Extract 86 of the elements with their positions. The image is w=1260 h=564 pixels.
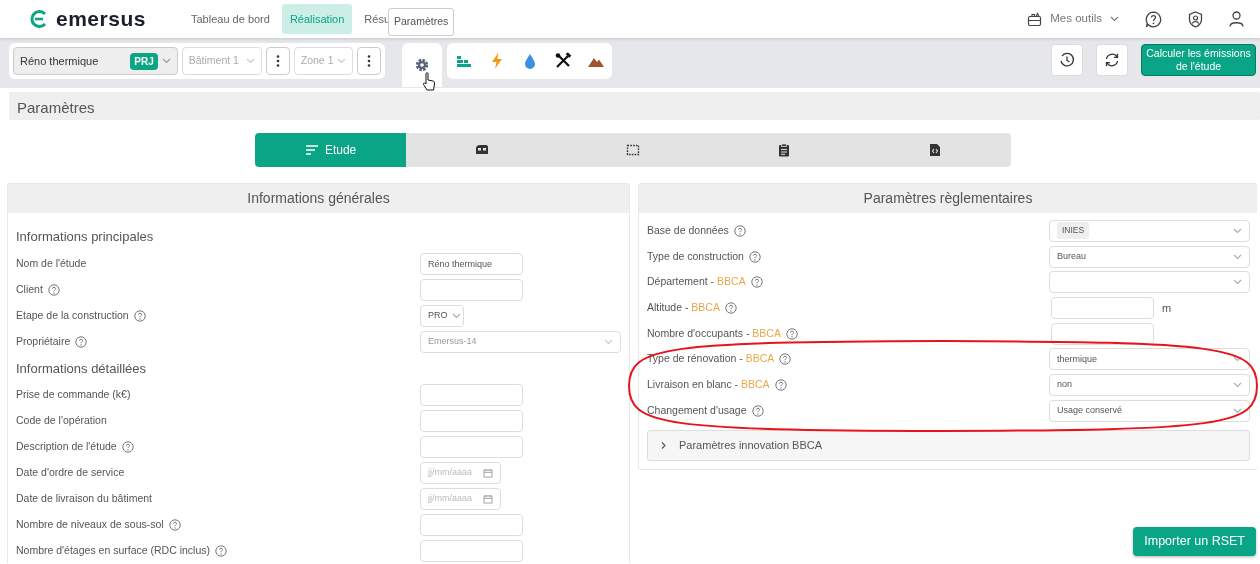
history-button[interactable] [1051, 44, 1083, 76]
accordion-header[interactable]: Paramètres innovation BBCA [647, 429, 1250, 461]
caret-icon [1233, 381, 1242, 388]
select-field[interactable]: Bureau [1049, 245, 1250, 268]
caret-icon [1233, 279, 1242, 286]
section-title: Informations détaillées [16, 359, 148, 378]
caret-icon [337, 58, 347, 64]
refresh-button[interactable] [1096, 44, 1128, 76]
code-file-icon [928, 143, 943, 157]
text-field[interactable] [1051, 296, 1154, 319]
caret-icon [161, 58, 171, 64]
text-field[interactable] [420, 540, 523, 562]
field-label: Prise de commande (k€) [16, 387, 131, 403]
user-icon[interactable] [1229, 11, 1244, 27]
field-label: Altitude - BBCA [647, 300, 720, 316]
page-title: Paramètres [9, 92, 1260, 120]
text-field[interactable] [1051, 322, 1154, 345]
more-button[interactable] [357, 47, 381, 75]
tools-icon [553, 52, 572, 70]
logo-icon [30, 10, 48, 28]
field-label: Base de données [647, 222, 729, 238]
field-label: Type de rénovation - BBCA [647, 351, 775, 367]
text-field[interactable] [420, 514, 523, 536]
field-label: Changement d'usage [647, 402, 747, 418]
card-title: Paramètres règlementaires [639, 184, 1257, 213]
field-label: Nombre d'étages en surface (RDC inclus) [16, 543, 210, 559]
section-tab[interactable] [859, 133, 1011, 167]
field-label: Date de livraison du bâtiment [16, 491, 152, 507]
unit-label: m [1162, 300, 1172, 316]
refresh-icon [1104, 52, 1120, 68]
select-field[interactable]: thermique [1049, 348, 1250, 371]
field-label: Nombre d'occupants - BBCA [647, 325, 781, 341]
select-field[interactable]: PRO [420, 304, 464, 327]
project-badge: PRJ [130, 52, 158, 70]
field-label: Date d'ordre de service [16, 465, 125, 481]
logo-text: emersus [56, 6, 146, 33]
caret-icon [1233, 227, 1242, 234]
chevron-right-icon [660, 440, 667, 450]
lines-icon [304, 143, 319, 157]
caret-icon [1233, 356, 1242, 363]
project-select[interactable]: Réno thermique PRJ [13, 47, 178, 75]
select-field[interactable]: Usage conservé [1049, 399, 1250, 422]
caret-icon [604, 338, 613, 345]
text-field[interactable]: Réno thermique [420, 252, 523, 275]
toolbox-icon [1027, 11, 1043, 27]
field-label: Livraison en blanc - BBCA [647, 377, 770, 393]
select-field[interactable]: INIES [1049, 219, 1250, 242]
card-title: Informations générales [8, 184, 629, 213]
caret-icon [1110, 16, 1119, 22]
field-label: Client [16, 281, 43, 297]
help-icon[interactable] [1145, 10, 1162, 28]
caret-icon [1233, 253, 1242, 260]
tooltip: Paramètres [388, 8, 455, 36]
settings-icon [413, 56, 431, 74]
calendar-icon [483, 468, 493, 478]
shield-icon[interactable] [1188, 10, 1203, 28]
field-label: Type de construction [647, 248, 744, 264]
tools-menu[interactable]: Mes outils [1027, 10, 1119, 28]
section-title: Informations principales [16, 228, 155, 246]
field-label: Propriétaire [16, 333, 71, 349]
field-label: Code de l'opération [16, 413, 107, 429]
field-label: Description de l'étude [16, 439, 117, 455]
select-field[interactable]: non [1049, 373, 1250, 396]
caret-icon [246, 58, 256, 64]
caret-icon [451, 312, 461, 319]
vehicle-icon [474, 143, 489, 157]
kebab-icon [367, 54, 372, 68]
text-field[interactable] [420, 384, 523, 406]
select-field[interactable] [1049, 271, 1250, 294]
field-label: Nom de l'étude [16, 255, 87, 271]
caret-icon [1233, 407, 1242, 414]
text-field[interactable] [420, 410, 523, 432]
clock-icon [1059, 52, 1075, 68]
kebab-icon [276, 54, 280, 68]
clipboard-icon [777, 143, 792, 157]
selected-chip: INIES [1057, 222, 1090, 240]
text-field[interactable] [420, 436, 523, 458]
text-field[interactable] [420, 278, 523, 301]
more-button[interactable] [266, 47, 290, 75]
field-label: Etape de la construction [16, 307, 129, 323]
dashed-square-icon [626, 143, 640, 157]
field-label: Département - BBCA [647, 274, 746, 290]
cursor-icon [422, 72, 436, 92]
nav-link[interactable]: Tableau de bord [183, 3, 278, 35]
calendar-icon [483, 494, 493, 504]
field-label: Nombre de niveaux de sous-sol [16, 517, 164, 533]
